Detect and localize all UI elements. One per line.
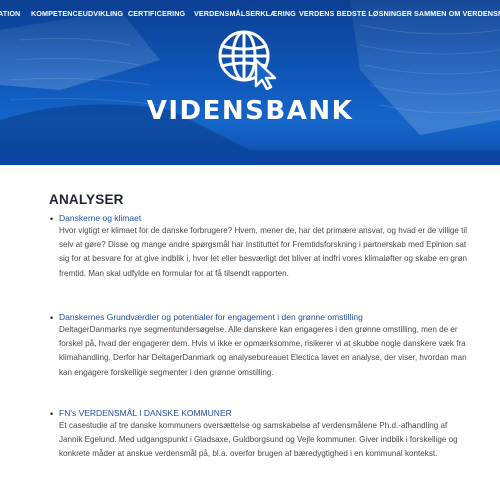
- bullet-icon: •: [50, 313, 54, 323]
- hero-banner: ATION KOMPETENCEUDVIKLING CERTIFICERING …: [0, 0, 500, 165]
- nav-item-certificering[interactable]: CERTIFICERING: [128, 9, 185, 18]
- globe-cursor-icon: [218, 30, 277, 90]
- nav-item-kompetenceudvikling[interactable]: KOMPETENCEUDVIKLING: [31, 9, 123, 18]
- list-item: • FN's VERDENSMÅL I DANSKE KOMMUNER Et c…: [49, 407, 469, 462]
- analysis-link[interactable]: FN's VERDENSMÅL I DANSKE KOMMUNER: [59, 407, 469, 419]
- analysis-link[interactable]: Danskerne og klimaet: [59, 212, 469, 224]
- bullet-icon: •: [50, 409, 54, 419]
- page-title: VIDENSBANK: [146, 96, 354, 126]
- nav-item-sammen-om-verdensmaal[interactable]: SAMMEN OM VERDENSMÅ: [414, 9, 500, 18]
- section-heading-analyser: ANALYSER: [49, 192, 124, 207]
- analysis-description: Hvor vigtigt er klimaet for de danske fo…: [59, 226, 468, 278]
- analysis-description: Et casestudie af tre danske kommuners ov…: [59, 421, 458, 459]
- top-navigation: ATION KOMPETENCEUDVIKLING CERTIFICERING …: [0, 0, 500, 28]
- nav-item-verdensmaalserklaering[interactable]: VERDENSMÅLSERKLÆRING: [194, 9, 296, 18]
- analysis-link[interactable]: Danskernes Grundværdier og potentialer f…: [59, 311, 469, 323]
- analysis-description: DeltagerDanmarks nye segmentundersøgelse…: [59, 325, 467, 377]
- nav-item-uddannelse[interactable]: ATION: [0, 9, 20, 18]
- list-item: • Danskerne og klimaet Hvor vigtigt er k…: [49, 212, 469, 281]
- nav-item-verdens-bedste-loesninger[interactable]: VERDENS BEDSTE LØSNINGER: [299, 9, 412, 18]
- list-item: • Danskernes Grundværdier og potentialer…: [49, 311, 469, 380]
- bullet-icon: •: [50, 214, 54, 224]
